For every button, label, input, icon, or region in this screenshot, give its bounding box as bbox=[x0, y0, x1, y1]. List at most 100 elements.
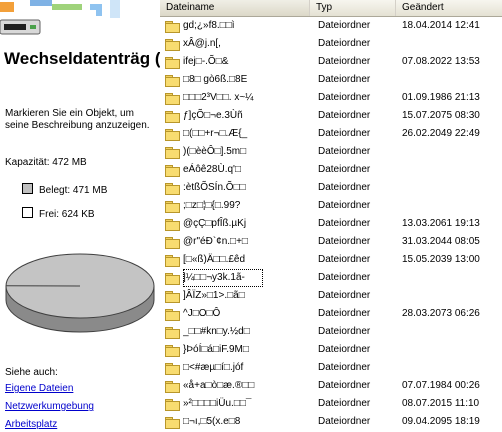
file-type: Dateiordner bbox=[318, 326, 371, 337]
folder-icon bbox=[165, 381, 180, 393]
file-modified: 31.03.2044 08:05 bbox=[402, 236, 480, 247]
folder-icon bbox=[165, 39, 180, 51]
file-name: ;□z□¦□{□.99? bbox=[183, 200, 241, 211]
file-row[interactable]: )(□èèÔ□].5m□ Dateiordner bbox=[160, 143, 502, 161]
file-row[interactable]: ]ÂÏZ»□1>.□ã□ Dateiordner bbox=[160, 287, 502, 305]
file-name: □(□□+r¬□.Æ{_ bbox=[183, 128, 248, 139]
free-label: Frei: 624 KB bbox=[39, 209, 95, 220]
column-header-type[interactable]: Typ bbox=[310, 0, 396, 16]
folder-icon bbox=[165, 309, 180, 321]
file-type: Dateiordner bbox=[318, 254, 371, 265]
file-row[interactable]: »²□□□□iÜu.□□¯ Dateiordner 08.07.2015 11:10 bbox=[160, 395, 502, 413]
file-type: Dateiordner bbox=[318, 146, 371, 157]
file-name: □<#æµ□í□.jóf bbox=[183, 362, 244, 373]
file-name: @r"éÐ`¢n.□+□ bbox=[183, 236, 248, 247]
file-type: Dateiordner bbox=[318, 272, 371, 283]
column-header-bar: Dateiname Typ Geändert bbox=[160, 0, 502, 17]
file-name: □□□2³V□□. x~¼ bbox=[183, 92, 254, 103]
folder-icon bbox=[165, 93, 180, 105]
link-my-documents[interactable]: Eigene Dateien bbox=[5, 383, 73, 394]
used-label: Belegt: 471 MB bbox=[39, 185, 108, 196]
folder-icon bbox=[165, 57, 180, 69]
file-type: Dateiordner bbox=[318, 20, 371, 31]
file-name: »²□□□□iÜu.□□¯ bbox=[183, 398, 252, 409]
file-row[interactable]: xÂ@j.n[, Dateiordner bbox=[160, 35, 502, 53]
file-name: ]ÂÏZ»□1>.□ã□ bbox=[183, 290, 245, 301]
folder-icon bbox=[165, 417, 180, 429]
file-type: Dateiordner bbox=[318, 110, 371, 121]
folder-icon bbox=[165, 273, 180, 285]
file-modified: 28.03.2073 06:26 bbox=[402, 308, 480, 319]
folder-icon bbox=[165, 129, 180, 141]
file-name: [□«ß)Ä□□.£êd bbox=[183, 254, 246, 265]
file-row[interactable]: ;□z□¦□{□.99? Dateiordner bbox=[160, 197, 502, 215]
file-row[interactable]: □<#æµ□í□.jóf Dateiordner bbox=[160, 359, 502, 377]
file-row[interactable]: ^J□O□Ô Dateiordner 28.03.2073 06:26 bbox=[160, 305, 502, 323]
folder-icon bbox=[165, 345, 180, 357]
file-row[interactable]: [□«ß)Ä□□.£êd Dateiordner 15.05.2039 13:00 bbox=[160, 251, 502, 269]
folder-icon bbox=[165, 147, 180, 159]
file-row[interactable]: □¬ı,□5(x.e□8 Dateiordner 09.04.2095 18:19 bbox=[160, 413, 502, 431]
file-row[interactable]: ƒ]çÕ□¬e.3Ùñ Dateiordner 15.07.2075 08:30 bbox=[160, 107, 502, 125]
folder-icon bbox=[165, 201, 180, 213]
file-modified: 15.07.2075 08:30 bbox=[402, 110, 480, 121]
file-name: :ètßÕSÍn.Õ□□ bbox=[183, 182, 246, 193]
file-row[interactable]: □(□□+r¬□.Æ{_ Dateiordner 26.02.2049 22:49 bbox=[160, 125, 502, 143]
file-name: _□□#kn□y.½d□ bbox=[183, 326, 250, 337]
link-my-computer[interactable]: Arbeitsplatz bbox=[5, 419, 57, 430]
folder-icon bbox=[165, 363, 180, 375]
file-type: Dateiordner bbox=[318, 218, 371, 229]
file-modified: 26.02.2049 22:49 bbox=[402, 128, 480, 139]
file-row[interactable]: @r"éÐ`¢n.□+□ Dateiordner 31.03.2044 08:05 bbox=[160, 233, 502, 251]
folder-icon bbox=[165, 237, 180, 249]
column-header-name[interactable]: Dateiname bbox=[160, 0, 310, 16]
file-type: Dateiordner bbox=[318, 200, 371, 211]
file-modified: 07.07.1984 00:26 bbox=[402, 380, 480, 391]
free-space-legend: Frei: 624 KB bbox=[22, 207, 95, 220]
file-type: Dateiordner bbox=[318, 74, 371, 85]
folder-icon bbox=[165, 219, 180, 231]
file-row[interactable]: «å+a□ò□æ.®□□ Dateiordner 07.07.1984 00:26 bbox=[160, 377, 502, 395]
folder-icon bbox=[165, 255, 180, 267]
file-row[interactable]: ifej□-.Õ□& Dateiordner 07.08.2022 13:53 bbox=[160, 53, 502, 71]
drive-title: Wechseldatenträg (I:) bbox=[4, 50, 160, 68]
folder-icon bbox=[165, 75, 180, 87]
drive-description: Markieren Sie ein Objekt, um seine Besch… bbox=[5, 108, 150, 131]
file-name: ƒ]çÕ□¬e.3Ùñ bbox=[183, 110, 243, 121]
free-swatch bbox=[22, 207, 33, 218]
file-type: Dateiordner bbox=[318, 236, 371, 247]
file-row[interactable]: □8□ gò6ß.□8E Dateiordner bbox=[160, 71, 502, 89]
task-pane: Wechseldatenträg (I:) Markieren Sie ein … bbox=[0, 0, 160, 432]
file-row[interactable]: eÁôê28Ù.q'□ Dateiordner bbox=[160, 161, 502, 179]
file-row[interactable]: @çÇ□pfÎß.µKj Dateiordner 13.03.2061 19:13 bbox=[160, 215, 502, 233]
removable-drive-icon bbox=[0, 0, 120, 35]
file-type: Dateiordner bbox=[318, 56, 371, 67]
file-row[interactable]: }ÞóÍ□á□iF.9M□ Dateiordner bbox=[160, 341, 502, 359]
link-network-places[interactable]: Netzwerkumgebung bbox=[5, 401, 94, 412]
file-name: eÁôê28Ù.q'□ bbox=[183, 164, 241, 175]
folder-icon bbox=[165, 111, 180, 123]
file-type: Dateiordner bbox=[318, 344, 371, 355]
file-row[interactable]: gd;¿»f8.□□ì Dateiordner 18.04.2014 12:41 bbox=[160, 17, 502, 35]
file-type: Dateiordner bbox=[318, 308, 371, 319]
file-type: Dateiordner bbox=[318, 290, 371, 301]
file-type: Dateiordner bbox=[318, 38, 371, 49]
file-modified: 08.07.2015 11:10 bbox=[402, 398, 480, 409]
file-row[interactable]: ]¼□□¬y3k.1ã- Dateiordner bbox=[160, 269, 502, 287]
file-list[interactable]: Dateiname Typ Geändert gd;¿»f8.□□ì Dateio… bbox=[160, 0, 502, 432]
folder-icon bbox=[165, 183, 180, 195]
file-name: )(□èèÔ□].5m□ bbox=[183, 146, 247, 157]
file-type: Dateiordner bbox=[318, 92, 371, 103]
file-name: xÂ@j.n[, bbox=[183, 38, 221, 49]
file-row[interactable]: :ètßÕSÍn.Õ□□ Dateiordner bbox=[160, 179, 502, 197]
file-type: Dateiordner bbox=[318, 362, 371, 373]
column-header-modified[interactable]: Geändert bbox=[396, 0, 502, 16]
file-row[interactable]: □□□2³V□□. x~¼ Dateiordner 01.09.1986 21:13 bbox=[160, 89, 502, 107]
file-row[interactable]: _□□#kn□y.½d□ Dateiordner bbox=[160, 323, 502, 341]
disk-usage-pie bbox=[5, 253, 155, 333]
folder-icon bbox=[165, 327, 180, 339]
file-modified: 15.05.2039 13:00 bbox=[402, 254, 480, 265]
file-name: ifej□-.Õ□& bbox=[183, 56, 229, 67]
file-name: ^J□O□Ô bbox=[183, 308, 221, 319]
file-type: Dateiordner bbox=[318, 164, 371, 175]
